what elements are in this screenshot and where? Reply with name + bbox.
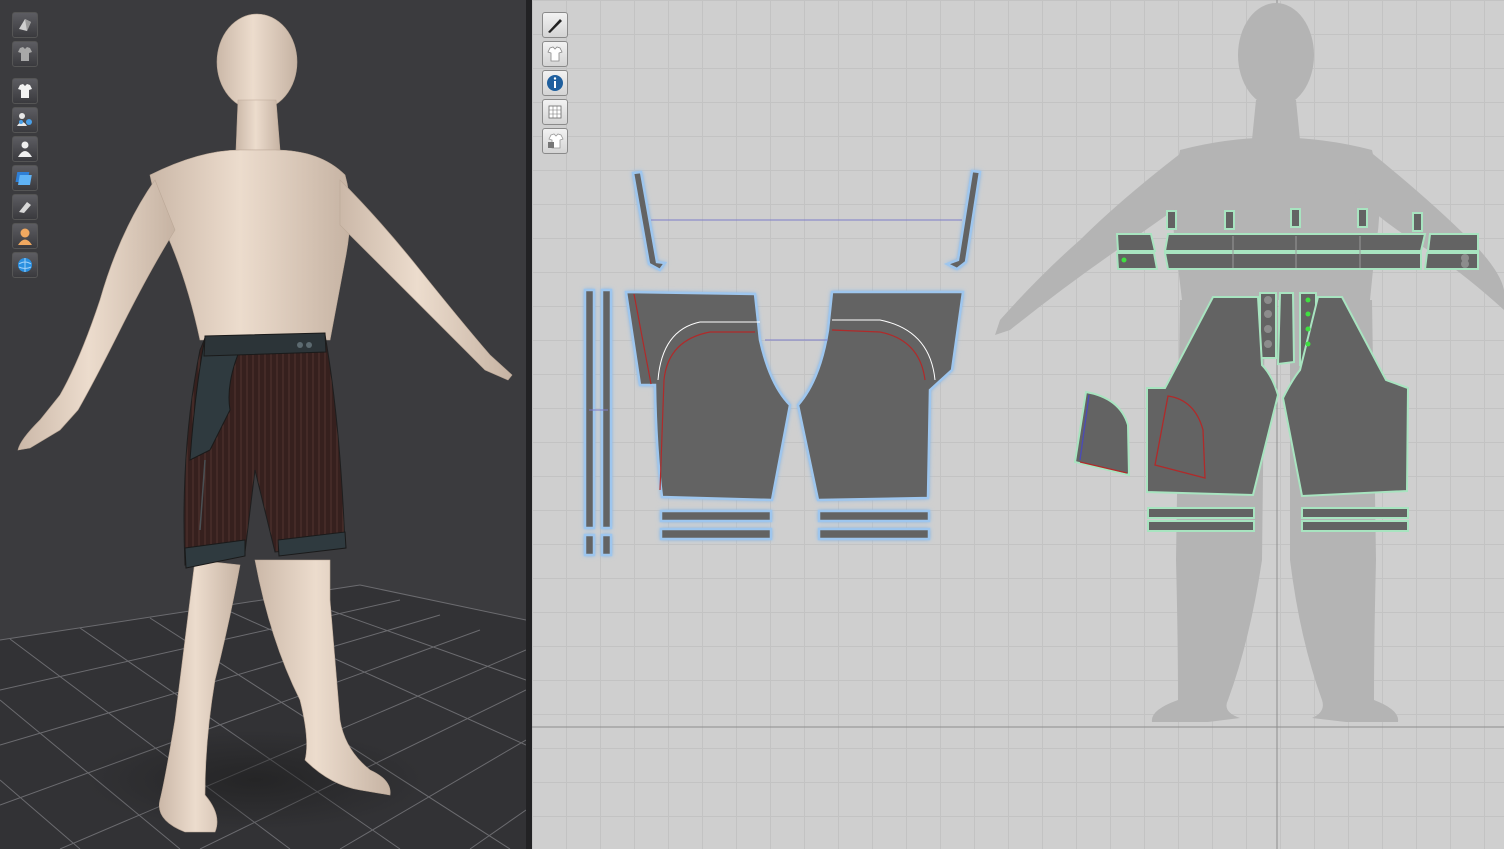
back-right-hem-bottom [1301,520,1409,532]
back-left-hem-bottom [1147,520,1255,532]
waistband-main-bottom [1163,252,1422,270]
left-hem-band-bottom [659,527,773,541]
right-hem-band-top [817,509,931,523]
belt-loop-2 [1224,210,1235,230]
fly-strip-1-end [583,533,596,557]
fly-strip-2 [600,288,613,530]
3d-scene[interactable] [0,0,526,849]
belt-loop-4 [1357,208,1368,228]
left-strap-piece [631,170,668,272]
brush-tool-icon[interactable] [12,194,38,220]
pattern-canvas[interactable] [532,0,1504,849]
belt-loop-5 [1412,212,1423,232]
fabric-render-icon[interactable] [12,12,38,38]
garment-texture-icon[interactable] [12,41,38,67]
information-icon[interactable] [542,70,568,96]
waistband-main-top [1163,233,1427,252]
right-hem-band-bottom [817,527,931,541]
waistband-right-top [1426,233,1479,252]
grid-sheet-icon[interactable] [542,99,568,125]
back-right-hem-top [1301,507,1409,519]
avatar-arrangement-icon[interactable] [12,107,38,133]
fly-strip-2-end [600,533,613,557]
layer-clone-icon[interactable] [12,165,38,191]
fly-piece-2 [1276,292,1296,366]
back-left-panel [1146,296,1280,497]
waistband-left-top [1115,233,1157,252]
front-right-panel [796,290,965,502]
2d-toolbar [542,12,568,157]
lock-garment-icon[interactable] [542,128,568,154]
belt-loop-3 [1290,208,1301,228]
shorts [183,332,347,569]
3d-viewport[interactable] [0,0,526,849]
front-left-panel [624,290,792,502]
fly-strip-1 [583,288,596,530]
environment-globe-icon[interactable] [12,252,38,278]
3d-toolbar [12,12,38,281]
pattern-edit-tool-icon[interactable] [542,12,568,38]
belt-loop-1 [1166,210,1177,230]
show-garment-icon[interactable] [12,78,38,104]
waistband-right-bottom [1423,252,1479,270]
show-pattern-icon[interactable] [542,41,568,67]
left-hem-band-top [659,509,773,523]
show-avatar-icon[interactable] [12,136,38,162]
avatar-skin-icon[interactable] [12,223,38,249]
2d-pattern-viewport[interactable] [532,0,1504,849]
back-left-hem-top [1147,507,1255,519]
